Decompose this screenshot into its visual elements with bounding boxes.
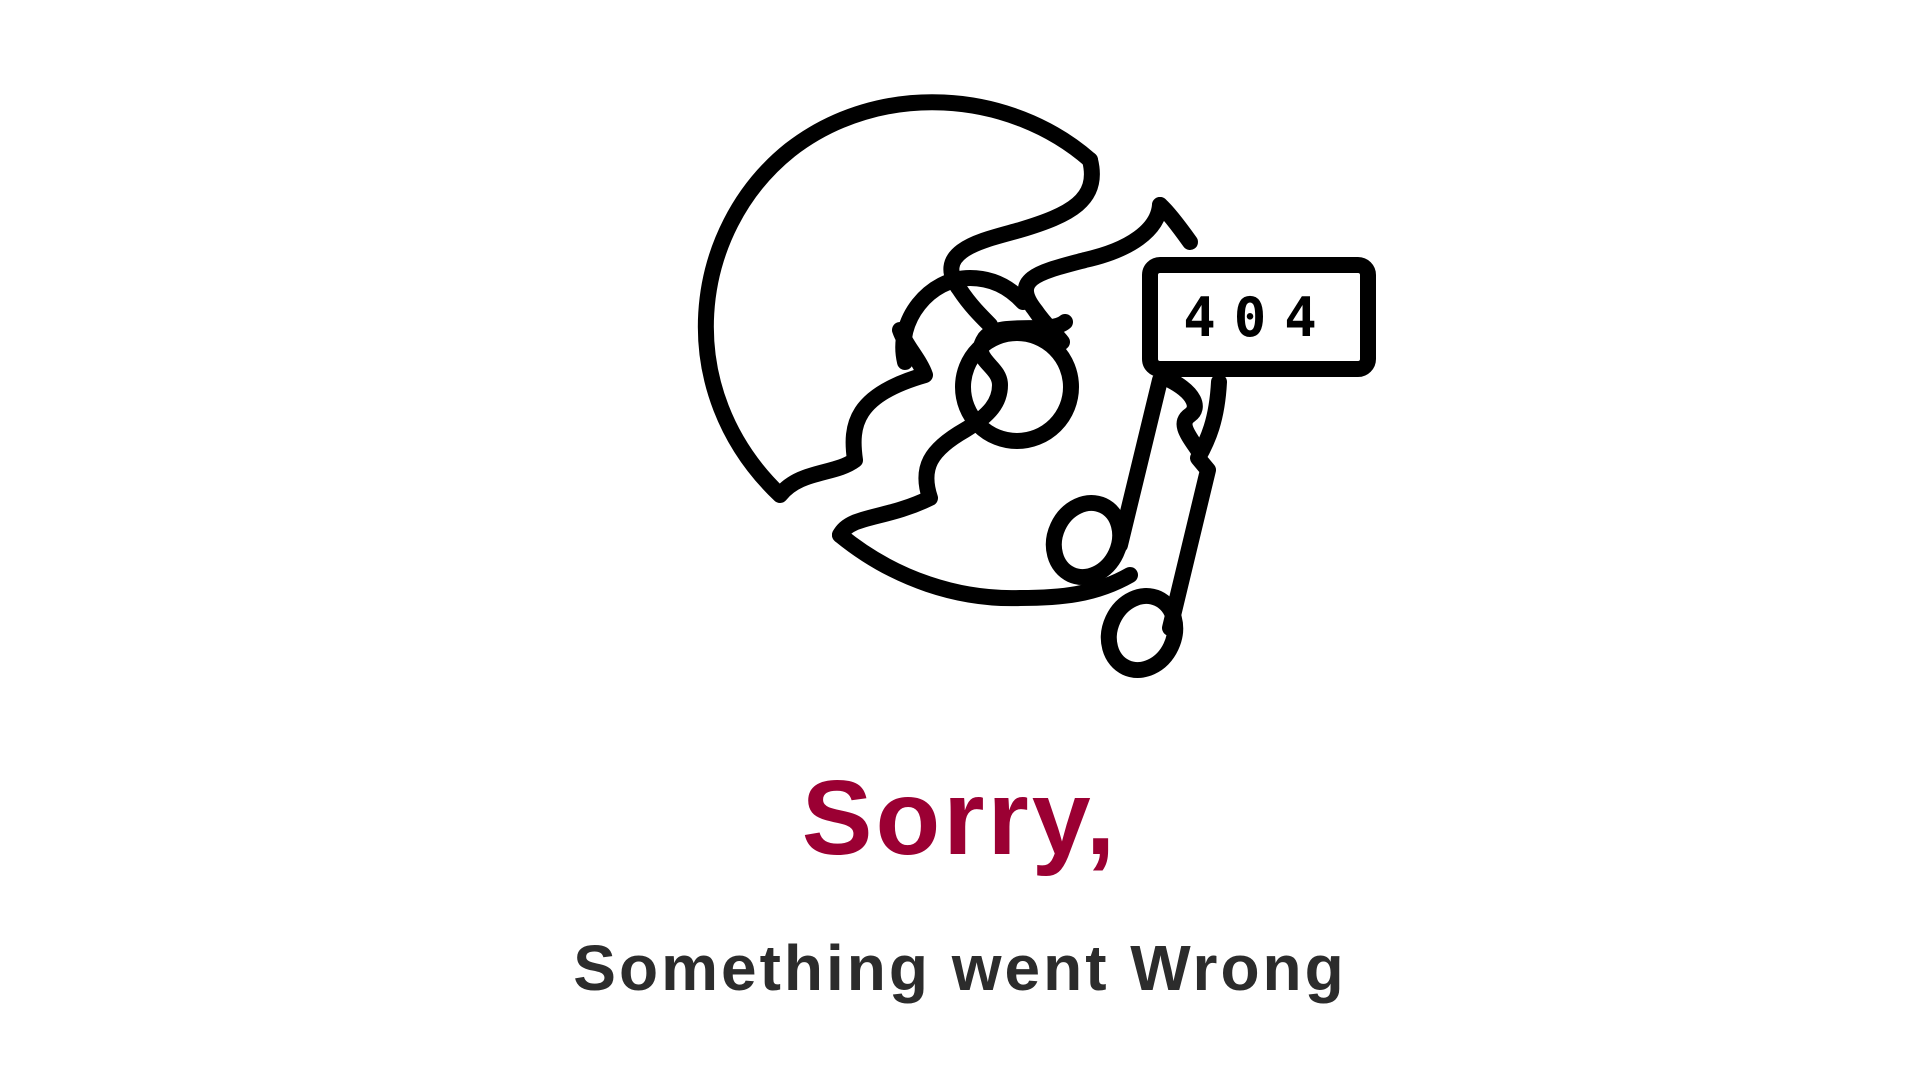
error-page: 404 Sorry, Something went Wrong xyxy=(0,0,1920,1080)
error-subline: Something went Wrong xyxy=(573,932,1347,1004)
crack-wave-lower xyxy=(832,314,1073,543)
badge-404-text: 404 xyxy=(1183,286,1335,349)
error-headline: Sorry, xyxy=(801,759,1119,877)
music-note-404-icon: 404 xyxy=(697,94,1376,678)
broken-music-404-illustration: 404 xyxy=(690,90,1376,690)
disc-inner-ring xyxy=(955,325,1079,449)
note-stem-upper-side xyxy=(1162,372,1206,458)
broken-circle-arc-lower xyxy=(832,527,1138,607)
note-stem-upper xyxy=(1112,372,1168,553)
note-flag xyxy=(1152,197,1198,250)
